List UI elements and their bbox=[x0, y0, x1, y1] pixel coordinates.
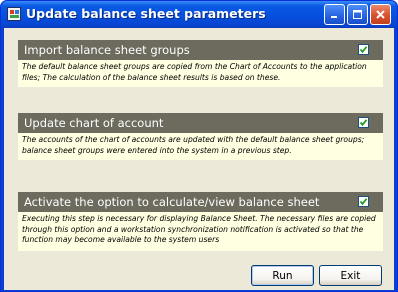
close-icon bbox=[376, 10, 385, 19]
maximize-button[interactable] bbox=[347, 4, 368, 25]
section-description: The accounts of the chart of accounts ar… bbox=[18, 133, 383, 160]
maximize-icon bbox=[353, 10, 362, 19]
checkmark-icon bbox=[359, 119, 368, 127]
checkmark-icon bbox=[359, 198, 368, 206]
section-checkbox[interactable] bbox=[358, 44, 369, 55]
section-header: Activate the option to calculate/view ba… bbox=[18, 192, 383, 212]
dialog-client-area: Import balance sheet groups The default … bbox=[4, 28, 394, 290]
section-title: Activate the option to calculate/view ba… bbox=[24, 195, 320, 209]
app-icon bbox=[7, 7, 21, 21]
section-title: Import balance sheet groups bbox=[24, 43, 190, 57]
checkmark-icon bbox=[359, 46, 368, 54]
section-header: Update chart of account bbox=[18, 113, 383, 133]
minimize-icon bbox=[331, 16, 337, 18]
section-header: Import balance sheet groups bbox=[18, 40, 383, 60]
section-checkbox[interactable] bbox=[358, 117, 369, 128]
title-bar[interactable]: Update balance sheet parameters bbox=[1, 1, 397, 28]
close-button[interactable] bbox=[370, 4, 391, 25]
section-description: The default balance sheet groups are cop… bbox=[18, 60, 383, 87]
section-description: Executing this step is necessary for dis… bbox=[18, 212, 383, 251]
window-title: Update balance sheet parameters bbox=[26, 6, 266, 21]
exit-button[interactable]: Exit bbox=[319, 265, 382, 286]
section-title: Update chart of account bbox=[24, 116, 164, 130]
dialog-window: Update balance sheet parameters Import b… bbox=[0, 0, 398, 292]
minimize-button[interactable] bbox=[324, 4, 345, 25]
run-button[interactable]: Run bbox=[251, 265, 314, 286]
section-checkbox[interactable] bbox=[358, 196, 369, 207]
